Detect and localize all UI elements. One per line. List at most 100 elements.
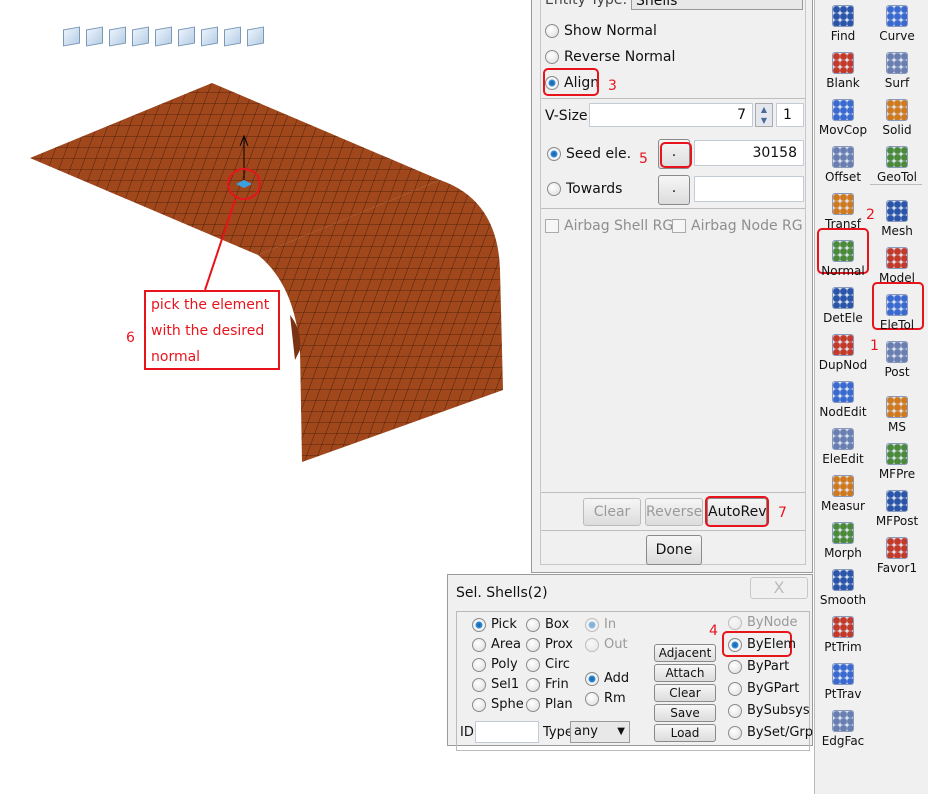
- seed-element-input[interactable]: 30158: [694, 140, 804, 166]
- view-front-icon[interactable]: [86, 26, 103, 47]
- label: In: [604, 617, 617, 632]
- bynode-radio[interactable]: ByNode: [728, 615, 798, 630]
- vsize-step-input[interactable]: 1: [776, 103, 804, 127]
- tool-favor1-button[interactable]: Favor1: [869, 537, 925, 575]
- note-line: pick the element: [151, 297, 270, 313]
- nodedit-icon: [832, 381, 854, 403]
- airbag-node-checkbox[interactable]: Airbag Node RG: [672, 218, 803, 234]
- vsize-spinner[interactable]: ▲ ▼: [755, 103, 773, 127]
- mfpre-icon: [886, 443, 908, 465]
- label: Out: [604, 637, 628, 652]
- type-select[interactable]: any ▼: [570, 721, 630, 743]
- seed-element-radio[interactable]: Seed ele.: [547, 146, 631, 162]
- tool-pttrim-button[interactable]: PtTrim: [815, 616, 871, 654]
- tool-label: Model: [878, 271, 916, 285]
- tool-label: PtTrim: [824, 640, 862, 654]
- towards-input[interactable]: [694, 176, 804, 202]
- pick-mode-box-radio[interactable]: Box: [526, 617, 569, 632]
- annotation-note: pick the element with the desired normal: [144, 290, 280, 370]
- pick-mode-frin-radio[interactable]: Frin: [526, 677, 569, 692]
- curve-icon: [886, 5, 908, 27]
- tool-solid-button[interactable]: Solid: [869, 99, 925, 137]
- tool-morph-button[interactable]: Morph: [815, 522, 871, 560]
- bysubsys-radio[interactable]: BySubsys: [728, 703, 810, 718]
- shell-mesh-model[interactable]: [0, 60, 520, 480]
- towards-pick-button[interactable]: .: [658, 175, 690, 205]
- load-button[interactable]: Load: [654, 724, 716, 742]
- reverse-button[interactable]: Reverse: [645, 498, 703, 526]
- close-button[interactable]: X: [750, 577, 808, 599]
- pick-mode-sphe-radio[interactable]: Sphe: [472, 697, 524, 712]
- pick-mode-sel1-radio[interactable]: Sel1: [472, 677, 519, 692]
- tool-ms-button[interactable]: MS: [869, 396, 925, 434]
- pick-mode-area-radio[interactable]: Area: [472, 637, 521, 652]
- view-top-icon[interactable]: [178, 26, 195, 47]
- tool-post-button[interactable]: Post: [869, 341, 925, 379]
- view-right-icon[interactable]: [155, 26, 172, 47]
- pick-mode-prox-radio[interactable]: Prox: [526, 637, 573, 652]
- tool-normal-button[interactable]: Normal: [815, 240, 871, 278]
- detele-icon: [832, 287, 854, 309]
- mesh-icon: [886, 200, 908, 222]
- pick-mode-circ-radio[interactable]: Circ: [526, 657, 570, 672]
- pick-mode-plan-radio[interactable]: Plan: [526, 697, 573, 712]
- mode-out-radio[interactable]: Out: [585, 637, 628, 652]
- label: Plan: [545, 697, 573, 712]
- tool-model-button[interactable]: Model: [869, 247, 925, 285]
- clear-button[interactable]: Clear: [583, 498, 641, 526]
- movcop-icon: [832, 99, 854, 121]
- mode-rm-radio[interactable]: Rm: [585, 691, 626, 706]
- byelem-radio[interactable]: ByElem: [728, 637, 796, 652]
- bygpart-radio[interactable]: ByGPart: [728, 681, 799, 696]
- tool-mfpost-button[interactable]: MFPost: [869, 490, 925, 528]
- show-normal-radio[interactable]: Show Normal: [545, 23, 657, 39]
- mode-add-radio[interactable]: Add: [585, 671, 629, 686]
- tool-offset-button[interactable]: Offset: [815, 146, 871, 184]
- view-iso-icon[interactable]: [63, 26, 80, 47]
- tool-eletol-button[interactable]: EleTol: [869, 294, 925, 332]
- tool-detele-button[interactable]: DetEle: [815, 287, 871, 325]
- done-button[interactable]: Done: [646, 535, 702, 565]
- pick-mode-poly-radio[interactable]: Poly: [472, 657, 518, 672]
- attach-button[interactable]: Attach: [654, 664, 716, 682]
- view-left-icon[interactable]: [132, 26, 149, 47]
- tool-dupnod-button[interactable]: DupNod: [815, 334, 871, 372]
- tool-nodedit-button[interactable]: NodEdit: [815, 381, 871, 419]
- vsize-input[interactable]: 7: [589, 103, 753, 127]
- mode-in-radio[interactable]: In: [585, 617, 616, 632]
- tool-edgfac-button[interactable]: EdgFac: [815, 710, 871, 748]
- tool-mfpre-button[interactable]: MFPre: [869, 443, 925, 481]
- mfpost-icon: [886, 490, 908, 512]
- id-input[interactable]: [475, 721, 539, 743]
- tool-measur-button[interactable]: Measur: [815, 475, 871, 513]
- clear-button[interactable]: Clear: [654, 684, 716, 702]
- view-bottom-icon[interactable]: [201, 26, 218, 47]
- tool-surf-button[interactable]: Surf: [869, 52, 925, 90]
- tool-mesh-button[interactable]: Mesh: [869, 200, 925, 238]
- solid-icon: [886, 99, 908, 121]
- airbag-shell-checkbox[interactable]: Airbag Shell RG: [545, 218, 673, 234]
- tool-eleedit-button[interactable]: EleEdit: [815, 428, 871, 466]
- adjacent-button[interactable]: Adjacent: [654, 644, 716, 662]
- view-back-icon[interactable]: [109, 26, 126, 47]
- view-iso2-icon[interactable]: [224, 26, 241, 47]
- entity-type-select[interactable]: Shells: [631, 0, 803, 10]
- reverse-normal-radio[interactable]: Reverse Normal: [545, 49, 675, 65]
- tool-find-button[interactable]: Find: [815, 5, 871, 43]
- byset-grp-radio[interactable]: BySet/Grp: [728, 725, 813, 740]
- smooth-icon: [832, 569, 854, 591]
- entity-type-label: Entity Type:: [545, 0, 628, 8]
- towards-radio[interactable]: Towards: [547, 181, 622, 197]
- save-button[interactable]: Save: [654, 704, 716, 722]
- tool-movcop-button[interactable]: MovCop: [815, 99, 871, 137]
- tool-geotol-button[interactable]: GeoTol: [869, 146, 925, 184]
- tool-transf-button[interactable]: Transf: [815, 193, 871, 231]
- tool-smooth-button[interactable]: Smooth: [815, 569, 871, 607]
- tool-pttrav-button[interactable]: PtTrav: [815, 663, 871, 701]
- bypart-radio[interactable]: ByPart: [728, 659, 789, 674]
- tool-label: PtTrav: [824, 687, 862, 701]
- pick-mode-pick-radio[interactable]: Pick: [472, 617, 517, 632]
- tool-blank-button[interactable]: Blank: [815, 52, 871, 90]
- tool-curve-button[interactable]: Curve: [869, 5, 925, 43]
- view-iso3-icon[interactable]: [247, 26, 264, 47]
